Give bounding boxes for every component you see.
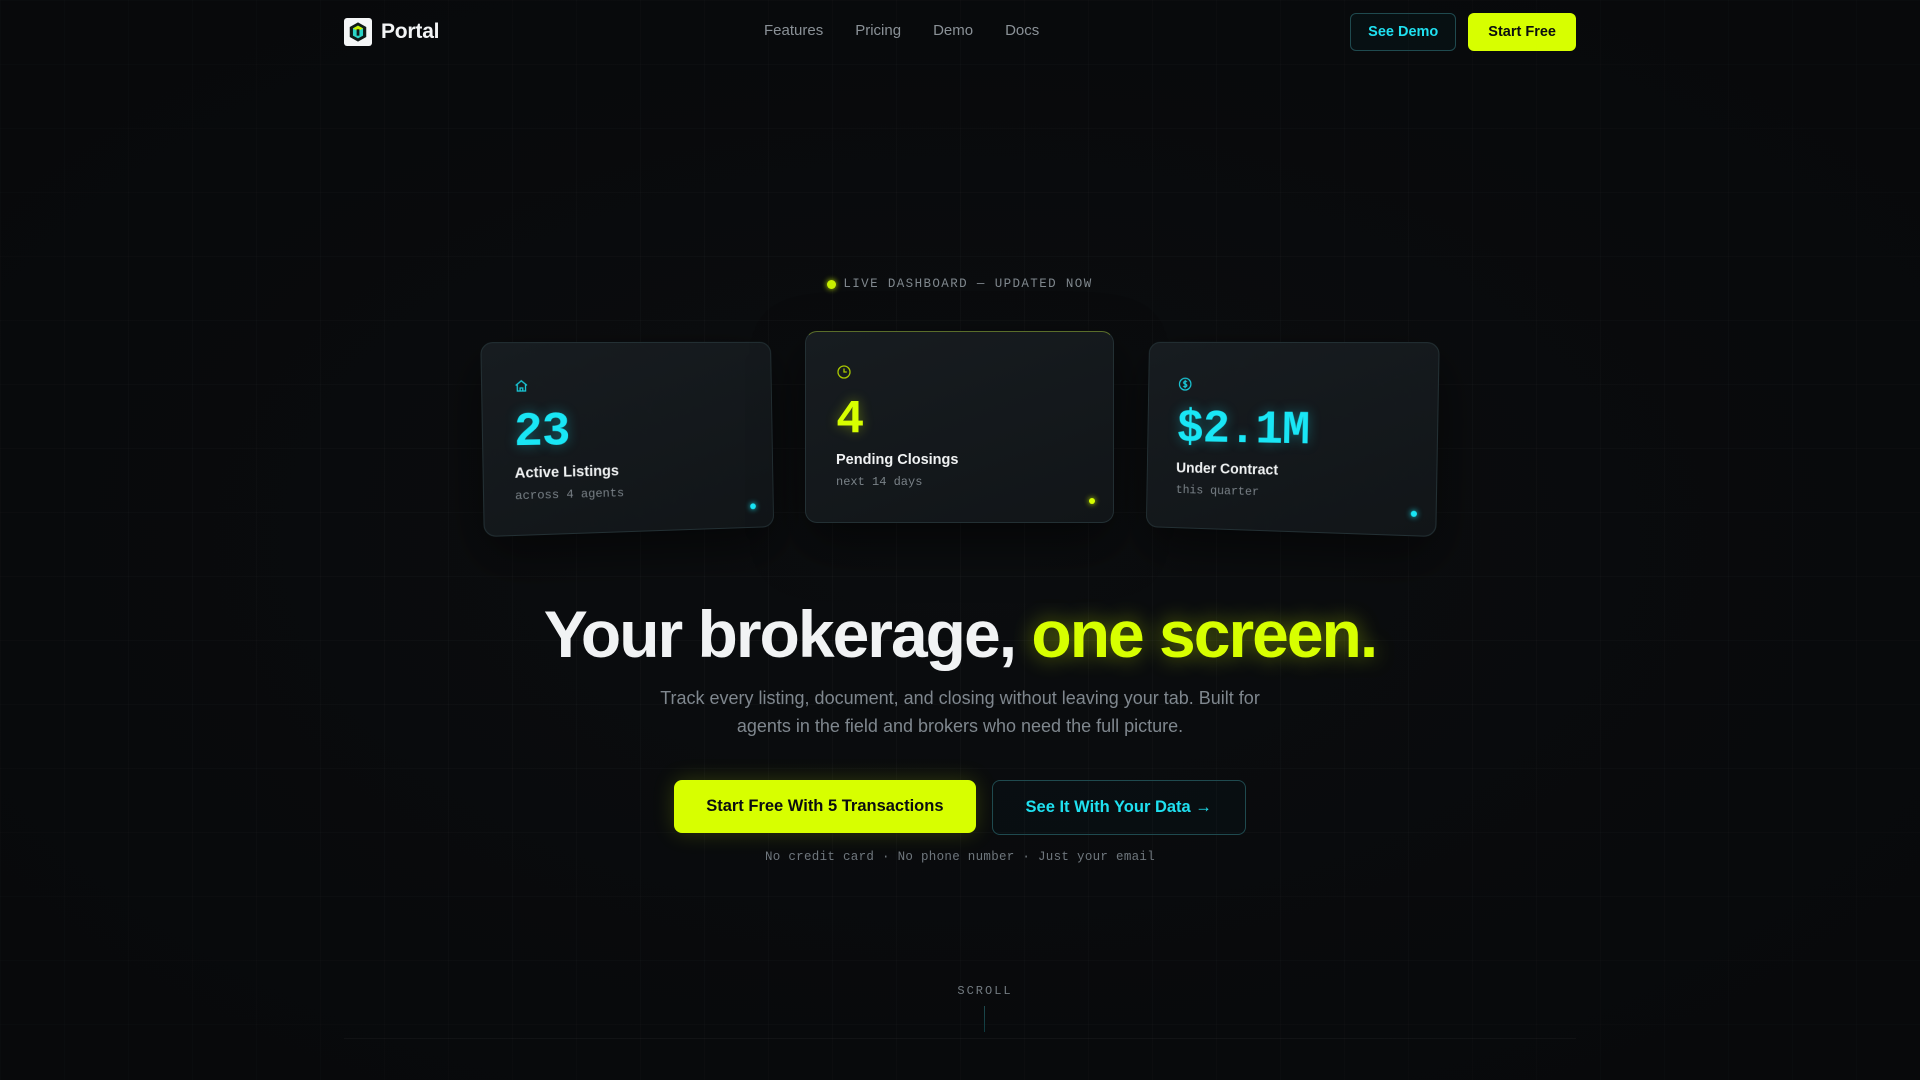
hero-headline: Your brokerage, one screen. [0,596,1920,672]
live-label: LIVE DASHBOARD — UPDATED NOW [843,277,1093,291]
background-vignette [0,0,1920,1080]
stat-card-under-contract: $2.1M Under Contract this quarter [1145,341,1440,538]
nav-link-docs[interactable]: Docs [1005,22,1039,39]
status-dot [750,503,756,510]
see-with-your-data-button[interactable]: See It With Your Data → [991,780,1246,835]
start-free-transactions-button[interactable]: Start Free With 5 Transactions [674,780,976,833]
nav-actions: See Demo Start Free [1350,13,1576,51]
scroll-indicator-line [984,1006,985,1032]
brand-name: Portal [381,20,440,43]
portal-logo-icon [344,18,372,46]
live-indicator: LIVE DASHBOARD — UPDATED NOW [0,277,1920,291]
clock-icon [837,365,851,379]
stat-value: 23 [513,405,570,461]
stat-sublabel: this quarter [1175,483,1260,500]
nav-link-pricing[interactable]: Pricing [855,22,901,39]
headline-accent: one screen. [1031,597,1378,671]
status-dot [1410,510,1418,517]
nav-links: Features Pricing Demo Docs [764,22,1039,39]
top-nav: Portal Features Pricing Demo Docs See De… [0,0,1920,64]
headline-main: Your brokerage, [543,597,1032,671]
stat-label: Pending Closings [836,452,959,468]
stat-sublabel: next 14 days [836,475,923,489]
status-dot [1089,498,1095,504]
stat-sublabel: across 4 agents [514,486,625,504]
see-demo-button[interactable]: See Demo [1350,13,1457,51]
section-divider [344,1038,1576,1039]
stat-label: Under Contract [1176,460,1279,479]
stat-value: 4 [836,394,864,447]
cta-row: Start Free With 5 Transactions See It Wi… [0,780,1920,835]
live-status-dot [827,279,837,289]
hero-subcopy: Track every listing, document, and closi… [660,688,1260,736]
stat-card-pending-closings: 4 Pending Closings next 14 days [805,331,1114,523]
stat-value: $2.1M [1176,403,1310,459]
start-free-button[interactable]: Start Free [1468,13,1576,51]
nav-link-demo[interactable]: Demo [933,22,973,39]
home-icon [513,378,530,394]
brand-logo[interactable]: Portal [344,18,440,46]
nav-link-features[interactable]: Features [764,22,823,39]
scroll-label[interactable]: SCROLL [0,984,1920,998]
dollar-icon [1177,376,1192,392]
cta-fineprint: No credit card · No phone number · Just … [764,850,1156,864]
stat-label: Active Listings [514,463,619,482]
stat-card-active-listings: 23 Active Listings across 4 agents [480,341,775,538]
